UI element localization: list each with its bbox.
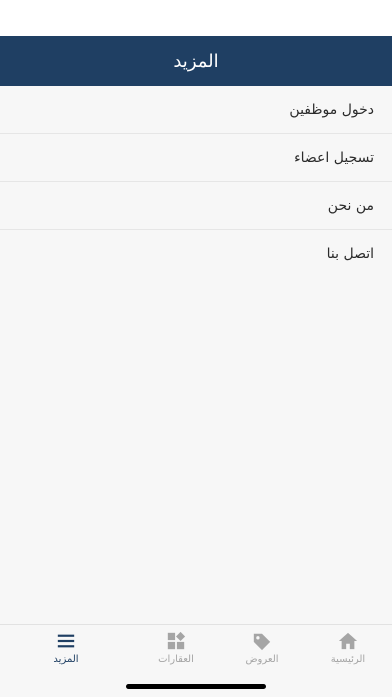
tab-home[interactable]: الرئيسية — [308, 631, 388, 671]
home-icon — [338, 632, 358, 650]
tab-offers[interactable]: العروض — [222, 631, 302, 671]
tab-real-estate[interactable]: العقارات — [136, 631, 216, 671]
menu-list: دخول موظفين تسجيل اعضاء من نحن اتصل بنا — [0, 86, 392, 277]
tab-label: العروض — [245, 654, 279, 665]
menu-item-employee-login[interactable]: دخول موظفين — [0, 86, 392, 134]
menu-item-label: من نحن — [327, 197, 374, 214]
grid-icon — [167, 631, 186, 650]
menu-item-label: دخول موظفين — [289, 101, 374, 118]
tab-more[interactable]: المزيد — [26, 631, 106, 671]
menu-item-label: اتصل بنا — [326, 245, 374, 262]
tab-label: المزيد — [53, 654, 79, 665]
menu-item-label: تسجيل اعضاء — [294, 149, 374, 166]
menu-item-member-registration[interactable]: تسجيل اعضاء — [0, 134, 392, 182]
home-indicator[interactable] — [126, 684, 266, 689]
tab-label: العقارات — [158, 654, 194, 665]
menu-item-about-us[interactable]: من نحن — [0, 182, 392, 230]
tag-icon — [253, 633, 271, 651]
tab-label: الرئيسية — [330, 654, 366, 665]
status-bar — [0, 0, 392, 36]
page-title: المزيد — [173, 50, 219, 72]
menu-item-contact-us[interactable]: اتصل بنا — [0, 230, 392, 277]
menu-icon — [57, 634, 75, 648]
nav-header: المزيد — [0, 36, 392, 86]
